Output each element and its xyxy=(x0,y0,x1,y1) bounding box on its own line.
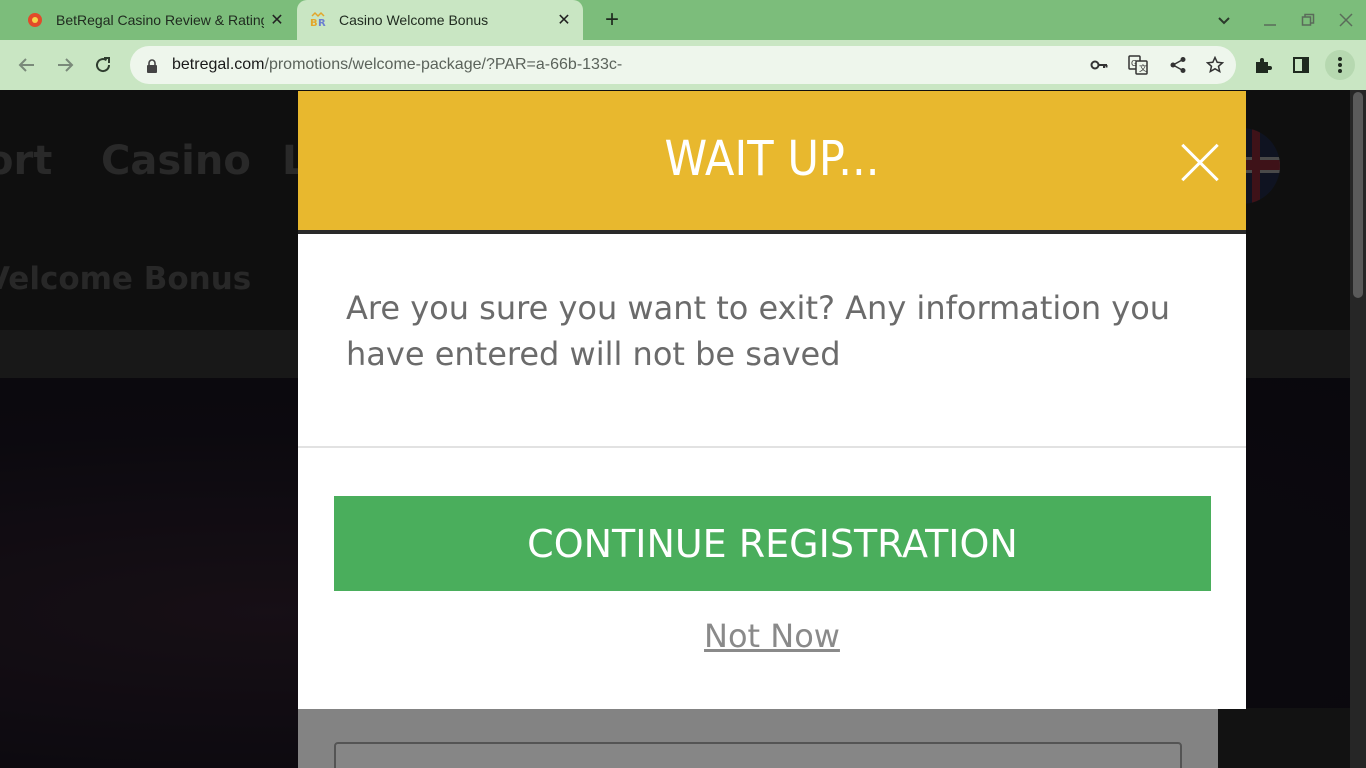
tab-title: Casino Welcome Bonus xyxy=(339,12,489,28)
new-tab-plus-icon[interactable]: + xyxy=(598,6,626,34)
tab-search-chevron-icon[interactable] xyxy=(1210,8,1238,32)
casino-favicon-icon xyxy=(26,11,44,29)
extensions-puzzle-icon[interactable] xyxy=(1248,50,1278,80)
forward-icon[interactable] xyxy=(50,50,80,80)
modal-message: Are you sure you want to exit? Any infor… xyxy=(346,289,1171,373)
url-path: /promotions/welcome-package/?PAR=a-66b-1… xyxy=(264,56,623,73)
close-window-icon[interactable] xyxy=(1332,8,1360,32)
tab-betregal-review[interactable]: BetRegal Casino Review & Rating ✕ xyxy=(14,0,296,40)
browser-menu-icon[interactable] xyxy=(1325,50,1355,80)
minimize-icon[interactable] xyxy=(1256,8,1284,32)
tab-title: BetRegal Casino Review & Rating xyxy=(56,12,264,28)
browser-toolbar: betregal.com/promotions/welcome-package/… xyxy=(0,40,1366,90)
betregal-favicon-icon: BR xyxy=(309,11,327,29)
modal-title: WAIT UP... xyxy=(664,131,880,187)
reload-icon[interactable] xyxy=(88,50,118,80)
page-scrollbar[interactable] xyxy=(1350,90,1366,768)
restore-icon[interactable] xyxy=(1294,8,1322,32)
modal-divider xyxy=(298,446,1246,448)
exit-confirmation-modal: WAIT UP... Are you sure you want to exit… xyxy=(298,91,1246,709)
svg-text:G: G xyxy=(1131,59,1137,68)
bookmark-star-icon[interactable] xyxy=(1204,54,1226,76)
svg-text:B: B xyxy=(310,18,318,29)
modal-close-icon[interactable] xyxy=(1182,144,1218,180)
url-domain: betregal.com xyxy=(172,56,265,73)
lock-icon[interactable] xyxy=(146,58,158,73)
svg-text:R: R xyxy=(318,18,326,29)
share-icon[interactable] xyxy=(1167,54,1189,76)
close-tab-icon[interactable]: ✕ xyxy=(264,7,290,33)
address-bar[interactable]: betregal.com/promotions/welcome-package/… xyxy=(130,46,1236,84)
modal-header: WAIT UP... xyxy=(298,91,1246,234)
svg-text:文: 文 xyxy=(1139,63,1147,73)
continue-registration-button[interactable]: CONTINUE REGISTRATION xyxy=(334,496,1211,591)
side-panel-icon[interactable] xyxy=(1286,50,1316,80)
tab-strip: BetRegal Casino Review & Rating ✕ BR Cas… xyxy=(0,0,1366,40)
tab-casino-welcome-bonus[interactable]: BR Casino Welcome Bonus ✕ xyxy=(297,0,583,40)
scrollbar-thumb[interactable] xyxy=(1353,92,1363,298)
close-tab-icon[interactable]: ✕ xyxy=(551,7,577,33)
not-now-link[interactable]: Not Now xyxy=(298,617,1246,655)
key-icon[interactable] xyxy=(1088,54,1110,76)
url-text[interactable]: betregal.com/promotions/welcome-package/… xyxy=(172,56,622,74)
back-icon[interactable] xyxy=(12,50,42,80)
translate-icon[interactable]: G文 xyxy=(1127,54,1149,76)
